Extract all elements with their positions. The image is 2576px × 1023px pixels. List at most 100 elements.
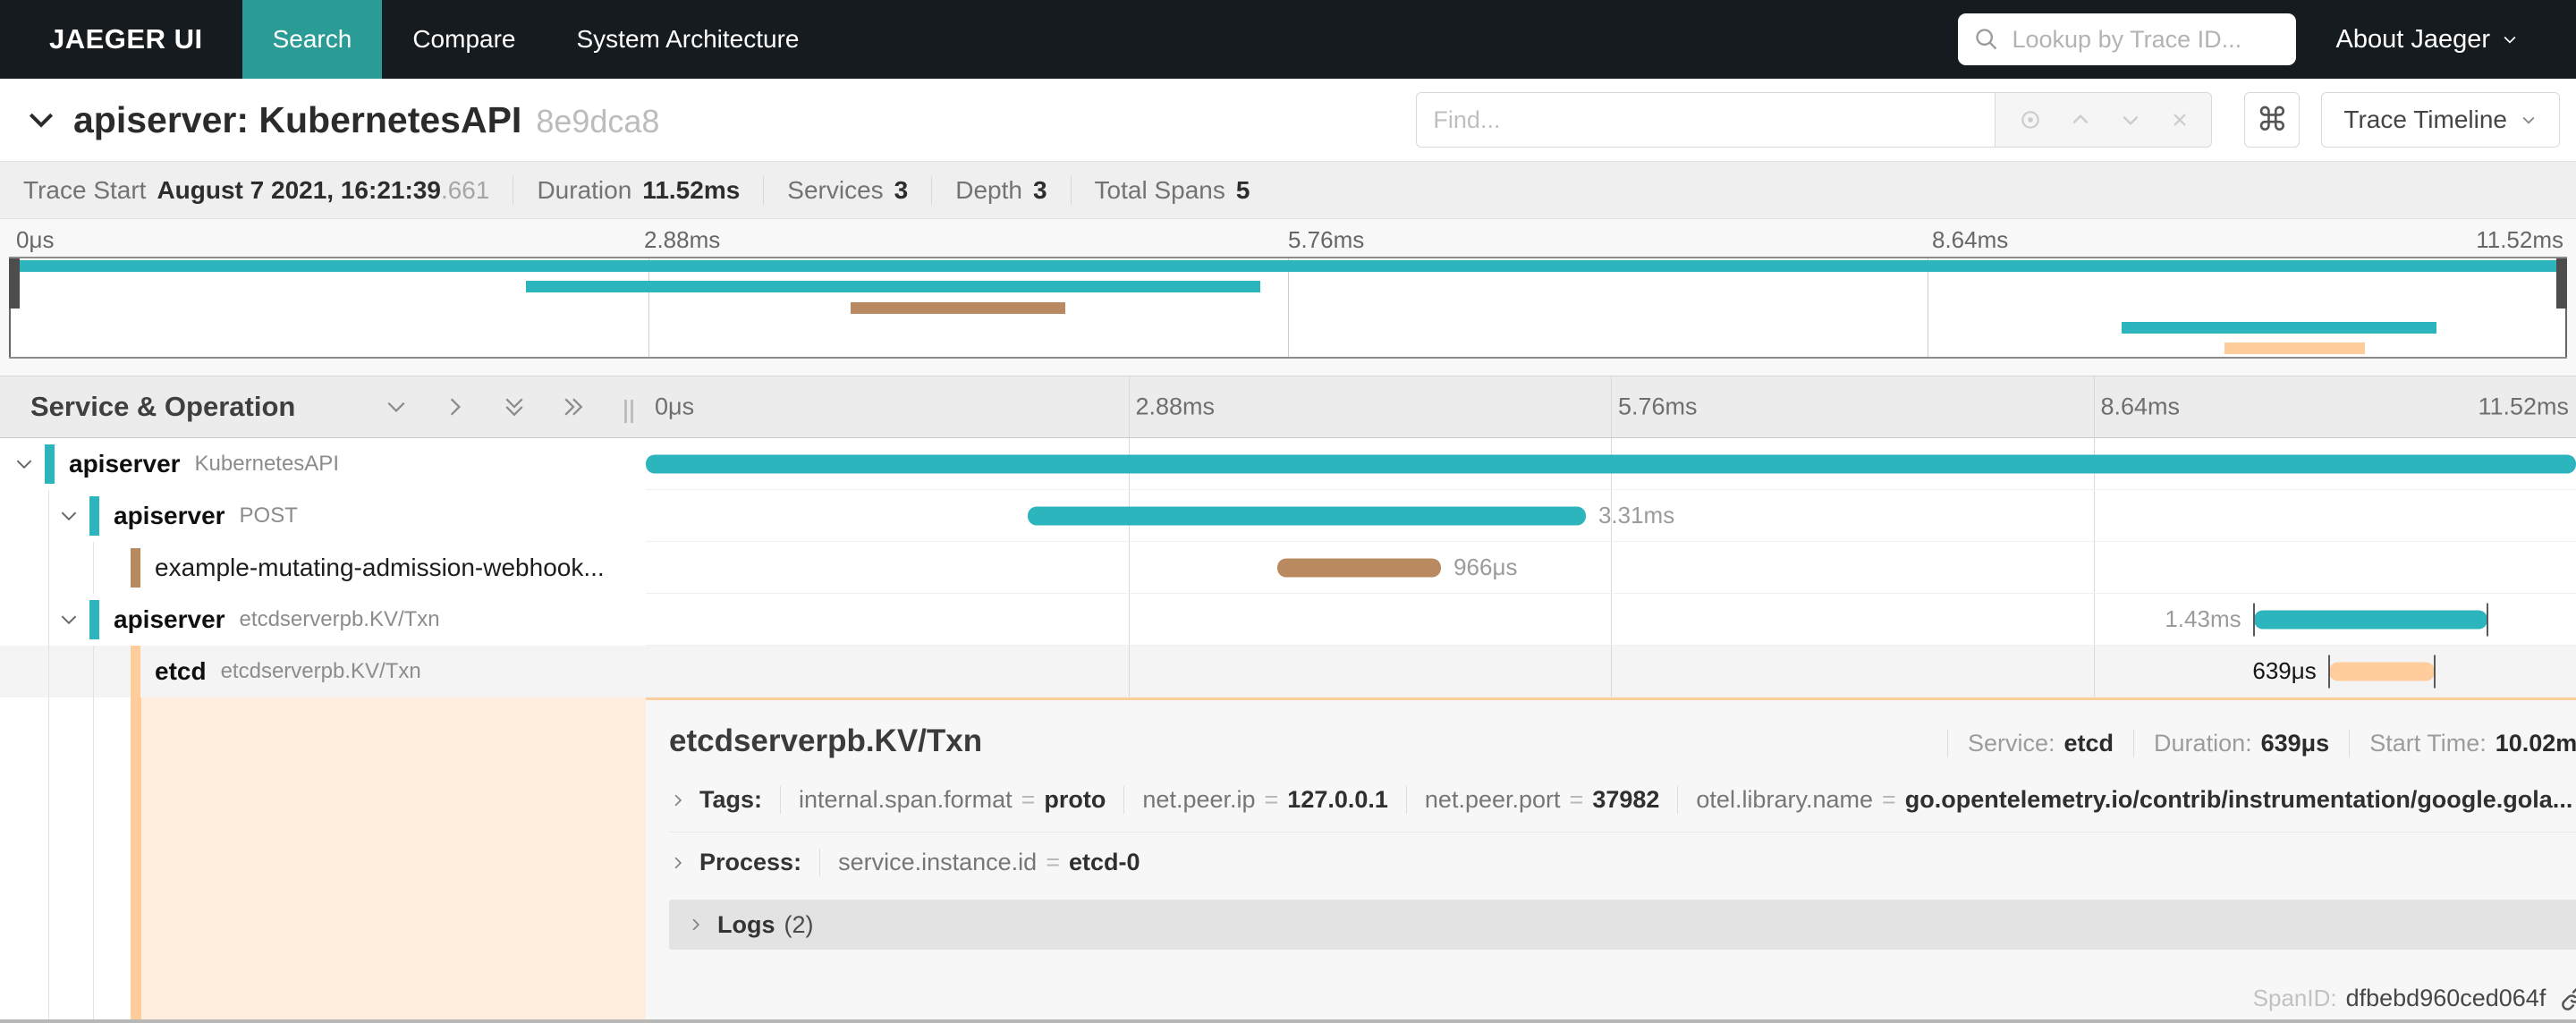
span-color-bar xyxy=(45,444,55,484)
span-rows: apiserver KubernetesAPI apiserver POST 3… xyxy=(0,438,2576,698)
trace-minimap[interactable]: 0μs 2.88ms 5.76ms 8.64ms 11.52ms xyxy=(0,219,2576,376)
span-service: apiserver xyxy=(114,605,225,633)
tag-item: internal.span.format = proto xyxy=(780,786,1123,814)
process-key: service.instance.id xyxy=(838,849,1038,875)
bar-edge-tick xyxy=(2434,655,2436,688)
gridline xyxy=(1128,542,1130,593)
tick-label: 0μs xyxy=(655,393,695,420)
trace-lookup-box[interactable] xyxy=(1958,13,2297,65)
tag-key: otel.library.name xyxy=(1696,786,1873,813)
gridline xyxy=(2093,376,2095,437)
viewport-scrubber-right-handle[interactable] xyxy=(2556,258,2567,309)
nav-item-compare[interactable]: Compare xyxy=(382,0,546,79)
selected-span-color-stripe xyxy=(131,698,141,1019)
expand-one-icon[interactable] xyxy=(442,393,469,420)
trace-start-ms: .661 xyxy=(440,175,490,204)
tags-label: Tags: xyxy=(699,786,763,813)
process-value: etcd-0 xyxy=(1068,849,1140,875)
span-bar[interactable]: 3.31ms xyxy=(1028,502,1674,528)
command-icon: ⌘ xyxy=(2256,101,2289,138)
gridline xyxy=(2093,646,2095,697)
span-timeline-cell[interactable] xyxy=(646,438,2576,490)
gridline xyxy=(1611,542,1612,593)
chevron-down-icon[interactable] xyxy=(13,452,36,476)
gridline xyxy=(1611,376,1612,437)
trace-title: apiserver: KubernetesAPI 8e9dca8 xyxy=(73,99,659,141)
prev-match-icon[interactable] xyxy=(2069,108,2092,131)
link-icon[interactable] xyxy=(2560,985,2576,1012)
total-spans-label: Total Spans xyxy=(1094,175,1225,204)
trace-lookup-input[interactable] xyxy=(2012,25,2281,54)
detail-duration-label: Duration: xyxy=(2154,730,2252,757)
duration-stat: Duration 11.52ms xyxy=(513,175,763,205)
tag-value: 127.0.0.1 xyxy=(1287,786,1388,813)
tick-label: 8.64ms xyxy=(2100,393,2181,420)
span-timeline-cell[interactable]: 966μs xyxy=(646,542,2576,594)
span-service: apiserver xyxy=(69,450,181,478)
clear-find-icon[interactable] xyxy=(2169,109,2190,131)
span-name-cell[interactable]: apiserver POST xyxy=(0,490,646,542)
trace-start-label: Trace Start xyxy=(23,175,147,204)
span-timeline-cell[interactable]: 3.31ms xyxy=(646,490,2576,542)
match-highlight-icon[interactable] xyxy=(2019,108,2042,131)
span-name-cell[interactable]: apiserver etcdserverpb.KV/Txn xyxy=(0,594,646,646)
trace-summary-bar: Trace Start August 7 2021, 16:21:39.661 … xyxy=(0,161,2576,219)
duration-label: Duration xyxy=(537,175,632,204)
top-nav: JAEGER UI Search Compare System Architec… xyxy=(0,0,2576,79)
logs-count: (2) xyxy=(784,910,814,938)
nav-item-system-architecture[interactable]: System Architecture xyxy=(547,0,830,79)
span-name-cell[interactable]: example-mutating-admission-webhook... xyxy=(0,542,646,594)
process-accordion-row[interactable]: Process: service.instance.id = etcd-0 xyxy=(669,849,2576,876)
expand-all-icon[interactable] xyxy=(560,393,587,420)
detail-duration-value: 639μs xyxy=(2260,730,2330,757)
span-row-apiserver-etcd-txn[interactable]: apiserver etcdserverpb.KV/Txn 1.43ms xyxy=(0,594,2576,646)
minimap-span-bar xyxy=(9,260,2567,272)
gridline xyxy=(2093,490,2095,541)
span-color-bar xyxy=(131,646,140,698)
viewport-scrubber-left-handle[interactable] xyxy=(9,258,20,309)
span-bar[interactable] xyxy=(646,454,2576,473)
equals-sign: = xyxy=(1882,786,1896,813)
chevron-down-icon[interactable] xyxy=(57,504,80,528)
nav-item-search[interactable]: Search xyxy=(242,0,383,79)
collapse-one-icon[interactable] xyxy=(383,393,410,420)
chevron-down-icon[interactable] xyxy=(57,608,80,631)
span-color-bar xyxy=(131,548,140,588)
tags-accordion-row[interactable]: Tags: internal.span.format = proto net.p… xyxy=(669,786,2576,833)
logs-accordion-row[interactable]: Logs (2) xyxy=(669,900,2576,950)
find-input[interactable] xyxy=(1416,92,1996,148)
trace-start-stat: Trace Start August 7 2021, 16:21:39.661 xyxy=(23,176,513,205)
spanid-label: SpanID: xyxy=(2252,985,2337,1011)
total-spans-value: 5 xyxy=(1235,175,1250,204)
span-bar[interactable]: 966μs xyxy=(1276,554,1517,580)
brand-logo[interactable]: JAEGER UI xyxy=(49,23,203,55)
chevron-right-icon xyxy=(687,916,705,934)
next-match-icon[interactable] xyxy=(2119,108,2142,131)
span-name-cell[interactable]: etcd etcdserverpb.KV/Txn xyxy=(0,646,646,698)
span-detail-panel: etcdserverpb.KV/Txn Service: etcd Durati… xyxy=(646,698,2576,1019)
equals-sign: = xyxy=(1264,786,1279,813)
about-jaeger-menu[interactable]: About Jaeger xyxy=(2335,25,2519,55)
trace-view-selector-button[interactable]: Trace Timeline xyxy=(2321,92,2560,148)
collapse-all-icon[interactable] xyxy=(501,393,528,420)
keyboard-shortcuts-button[interactable]: ⌘ xyxy=(2244,92,2301,148)
span-bar[interactable]: 639μs xyxy=(2252,655,2436,688)
services-stat: Services 3 xyxy=(763,175,931,205)
span-row-etcd-txn-selected[interactable]: etcd etcdserverpb.KV/Txn 639μs xyxy=(0,646,2576,698)
tag-value: proto xyxy=(1044,786,1106,813)
span-timeline-cell[interactable]: 639μs xyxy=(646,646,2576,698)
span-operation: etcdserverpb.KV/Txn xyxy=(220,659,421,683)
span-row-apiserver-post[interactable]: apiserver POST 3.31ms xyxy=(0,490,2576,542)
span-row-apiserver-kubernetesapi[interactable]: apiserver KubernetesAPI xyxy=(0,438,2576,490)
span-bar[interactable]: 1.43ms xyxy=(2165,603,2488,636)
collapse-trace-chevron-icon[interactable] xyxy=(23,102,59,138)
span-name-cell[interactable]: apiserver KubernetesAPI xyxy=(0,438,646,490)
span-timeline-cell[interactable]: 1.43ms xyxy=(646,594,2576,646)
span-service: etcd xyxy=(155,657,207,685)
column-resizer-grip[interactable] xyxy=(624,400,633,423)
span-detail-strip: etcdserverpb.KV/Txn Service: etcd Durati… xyxy=(0,698,2576,1019)
span-row-webhook[interactable]: example-mutating-admission-webhook... 96… xyxy=(0,542,2576,594)
search-icon xyxy=(1974,27,1999,52)
chevron-down-icon xyxy=(2501,30,2519,48)
minimap-canvas[interactable] xyxy=(9,257,2567,359)
